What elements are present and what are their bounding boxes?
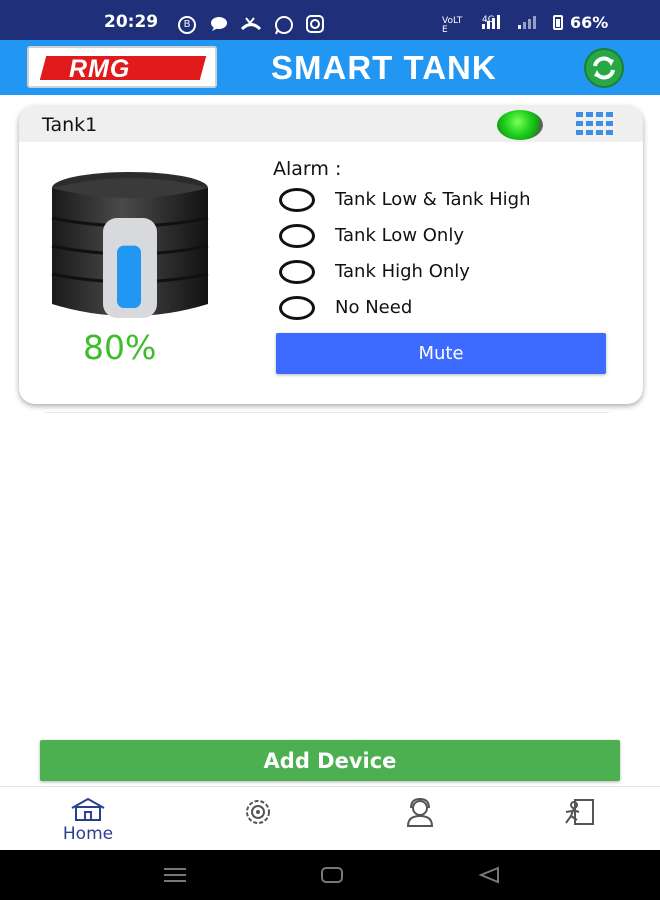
radio-button[interactable]	[279, 188, 315, 212]
alarm-option-label: Tank Low Only	[335, 225, 464, 246]
instagram-icon	[306, 15, 324, 33]
logout-icon	[565, 799, 594, 825]
nav-logout[interactable]	[520, 787, 640, 851]
status-led-icon	[497, 110, 543, 140]
nav-home-label: Home	[62, 824, 114, 844]
logo-text: RMG	[69, 55, 131, 83]
alarm-option-no-need[interactable]: No Need	[279, 294, 609, 322]
radio-button[interactable]	[279, 260, 315, 284]
water-tank-icon	[51, 172, 209, 318]
tank-level-percent: 80%	[83, 328, 157, 367]
status-bar: 20:29 B VoLTE 4G 66%	[0, 0, 660, 40]
battery-level: 66%	[570, 13, 609, 32]
chat-icon	[211, 17, 227, 31]
alarm-option-label: Tank Low & Tank High	[335, 189, 531, 210]
whatsapp-icon	[275, 16, 293, 35]
bottom-navigation: Home	[0, 786, 660, 850]
home-icon	[71, 797, 105, 821]
radio-button[interactable]	[279, 224, 315, 248]
missed-call-icon	[240, 17, 262, 31]
mute-button[interactable]: Mute	[276, 333, 606, 374]
tank-card: Tank1 80% Alarm : Tank Low & Tank High T…	[19, 106, 643, 404]
signal-strength-icon	[482, 15, 500, 29]
alarm-option-low-high[interactable]: Tank Low & Tank High	[279, 186, 609, 214]
alarm-option-low-only[interactable]: Tank Low Only	[279, 222, 609, 250]
grid-menu-icon[interactable]	[576, 112, 614, 136]
add-device-button[interactable]: Add Device	[40, 740, 620, 781]
system-navigation-bar	[0, 850, 660, 900]
tank-card-header: Tank1	[19, 106, 643, 142]
settings-icon	[246, 800, 270, 824]
divider	[45, 412, 609, 413]
signal-strength-2-icon	[518, 16, 536, 29]
volte-icon: VoLTE	[442, 16, 463, 35]
alarm-option-label: No Need	[335, 297, 413, 318]
mute-button-label: Mute	[418, 343, 464, 364]
alarm-label: Alarm :	[273, 158, 342, 180]
battery-icon	[553, 15, 563, 30]
b-notification-icon: B	[178, 16, 196, 34]
nav-home[interactable]: Home	[40, 787, 160, 851]
refresh-icon[interactable]	[584, 48, 624, 88]
back-icon[interactable]	[478, 866, 500, 884]
tank-name: Tank1	[42, 114, 98, 136]
alarm-option-label: Tank High Only	[335, 261, 470, 282]
rmg-logo: RMG	[27, 46, 217, 88]
app-header: RMG SMART TANK	[0, 40, 660, 95]
alarm-option-high-only[interactable]: Tank High Only	[279, 258, 609, 286]
clock: 20:29	[104, 12, 159, 32]
nav-settings[interactable]	[196, 787, 316, 851]
support-agent-icon	[406, 797, 434, 827]
nav-support[interactable]	[356, 787, 476, 851]
recent-apps-icon[interactable]	[163, 867, 187, 883]
home-nav-icon[interactable]	[320, 866, 344, 884]
app-title: SMART TANK	[271, 49, 497, 86]
radio-button[interactable]	[279, 296, 315, 320]
